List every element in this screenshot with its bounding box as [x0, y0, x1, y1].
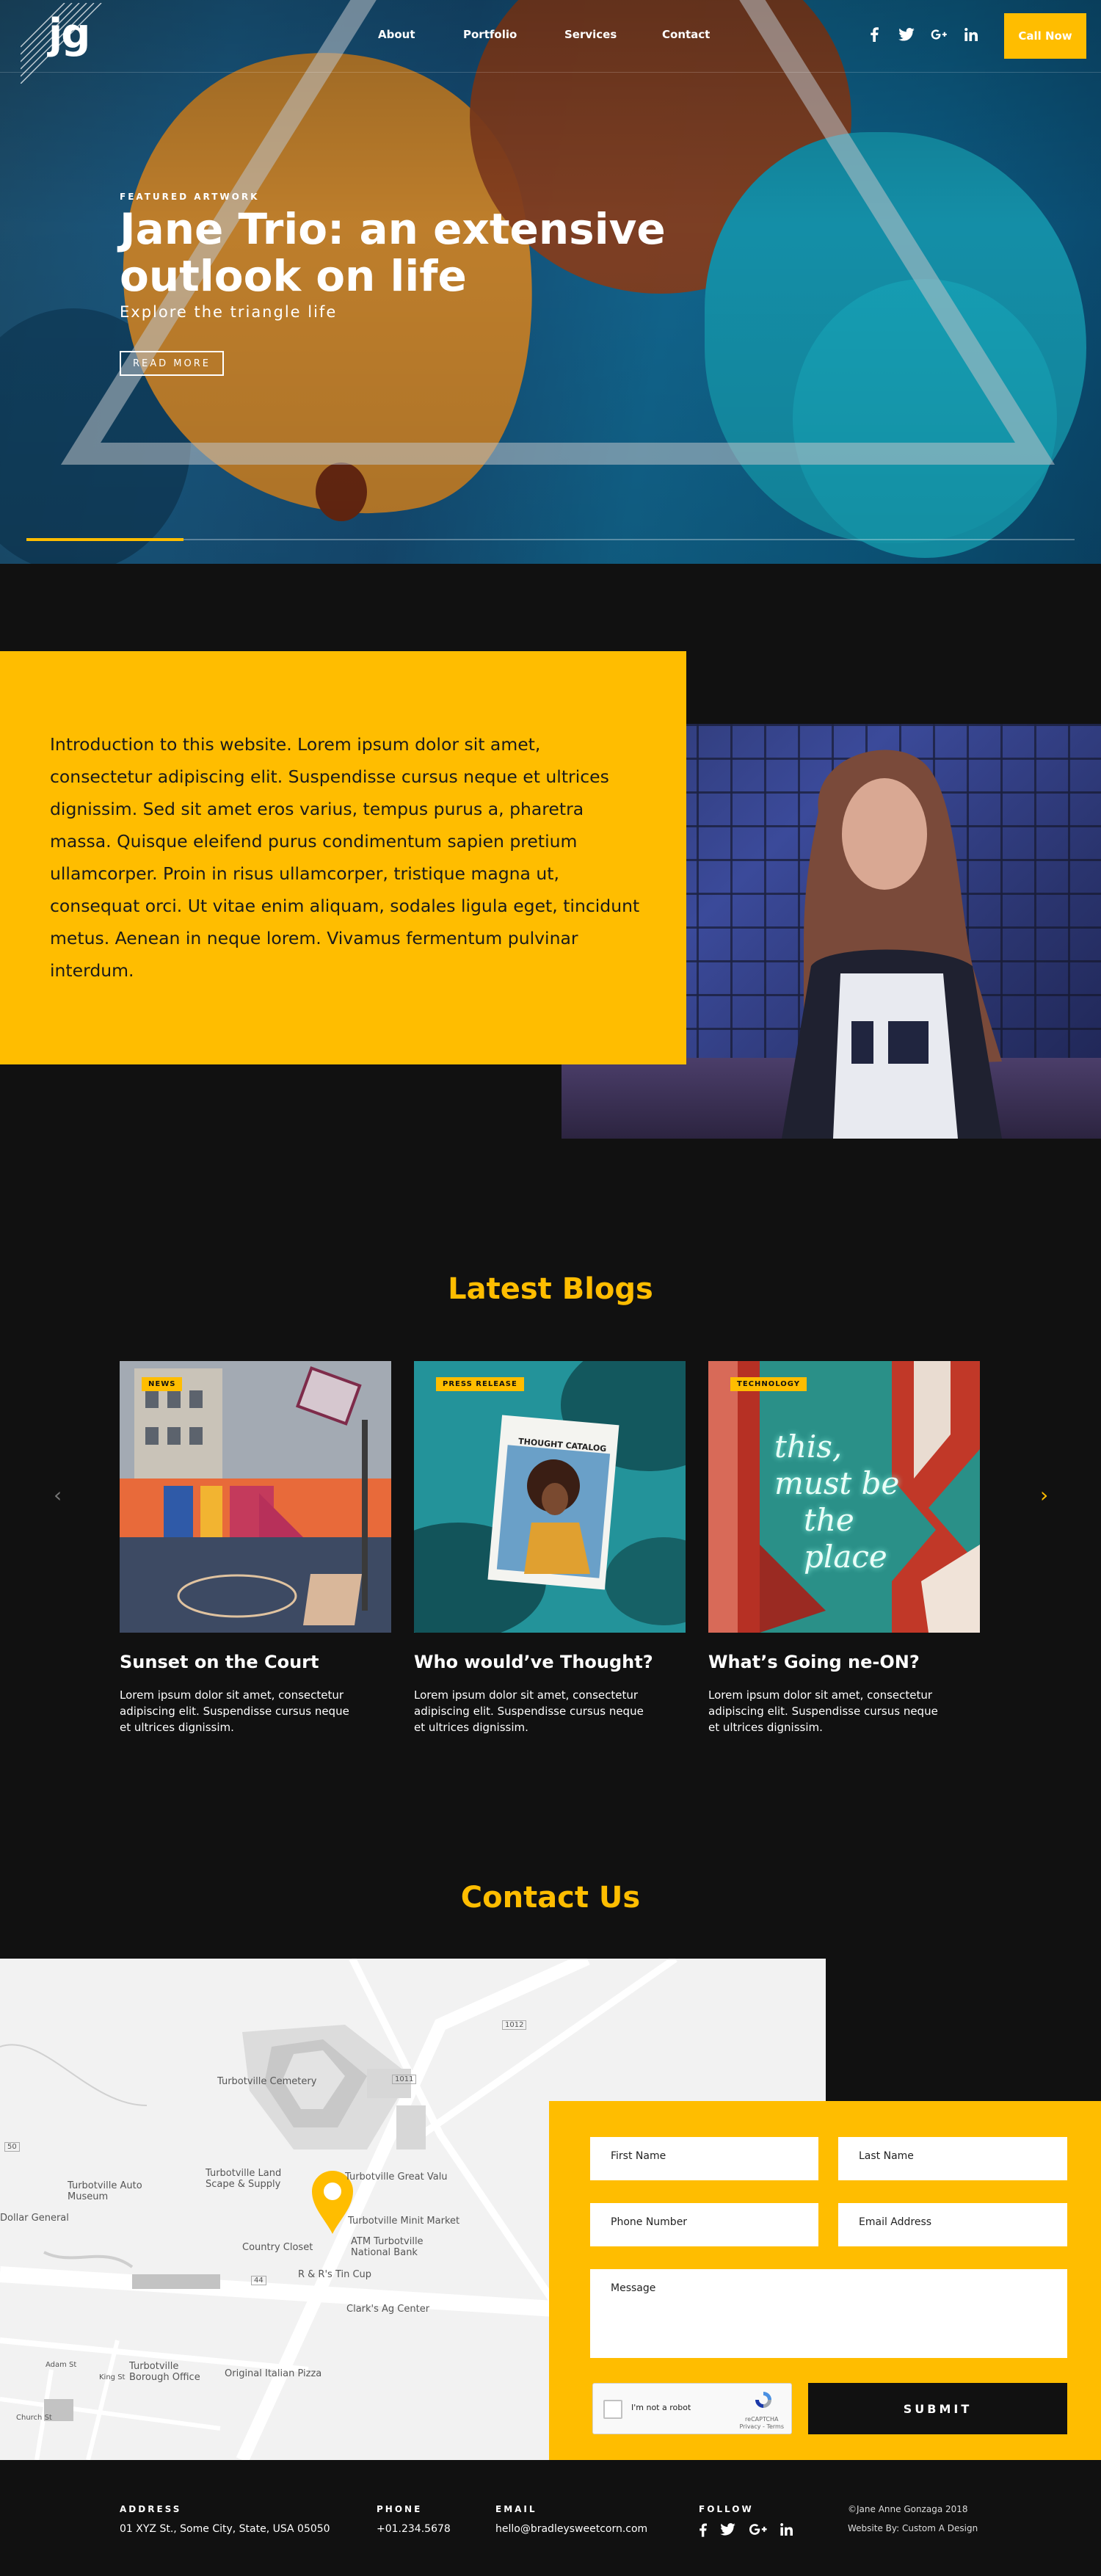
footer-follow-label: FOLLOW [699, 2504, 754, 2514]
blogs-section-title: Latest Blogs [448, 1272, 653, 1306]
blog-category-badge: NEWS [142, 1377, 183, 1391]
facebook-icon[interactable] [866, 26, 882, 43]
footer-credit[interactable]: Website By: Custom A Design [848, 2523, 978, 2533]
blog-card[interactable]: this, must be the place TECHNOLOGY What’… [708, 1361, 980, 1735]
footer-email-label: EMAIL [495, 2504, 537, 2514]
captcha-brand: reCAPTCHA Privacy - Terms [739, 2416, 785, 2430]
footer-address-label: ADDRESS [120, 2504, 182, 2514]
phone-field[interactable]: Phone Number [590, 2203, 818, 2246]
intro-text: Introduction to this website. Lorem ipsu… [50, 734, 640, 981]
captcha-checkbox[interactable] [603, 2400, 622, 2419]
linkedin-icon[interactable] [780, 2523, 793, 2541]
blog-card[interactable]: NEWS Sunset on the Court Lorem ipsum dol… [120, 1361, 391, 1735]
blog-excerpt: Lorem ipsum dolor sit amet, consectetur … [708, 1688, 938, 1734]
nav-services[interactable]: Services [564, 28, 617, 41]
footer-address: 01 XYZ St., Some City, State, USA 05050 [120, 2523, 330, 2535]
basketball-court-illustration [120, 1361, 391, 1633]
blog-title[interactable]: What’s Going ne-ON? [708, 1652, 980, 1672]
blog-category-badge: PRESS RELEASE [436, 1377, 524, 1391]
hero-subtitle: Explore the triangle life [120, 303, 338, 321]
first-name-field[interactable]: First Name [590, 2137, 818, 2180]
contact-section-title: Contact Us [460, 1881, 641, 1915]
slider-progress-track[interactable] [26, 538, 1075, 541]
twitter-icon[interactable] [898, 26, 915, 43]
footer-email[interactable]: hello@bradleysweetcorn.com [495, 2523, 647, 2535]
read-more-button[interactable]: READ MORE [120, 351, 224, 376]
google-plus-icon[interactable] [931, 26, 947, 43]
hero-banner: jg About Portfolio Services Contact Call… [0, 0, 1101, 564]
google-plus-icon[interactable] [749, 2523, 767, 2541]
blog-title[interactable]: Who would’ve Thought? [414, 1652, 686, 1672]
call-now-button[interactable]: Call Now [1004, 13, 1086, 59]
blog-next-arrow[interactable]: › [1040, 1483, 1048, 1507]
recaptcha-widget[interactable]: I'm not a robot reCAPTCHA Privacy - Term… [592, 2383, 792, 2434]
featured-label: FEATURED ARTWORK [120, 192, 260, 202]
footer-copyright: ©Jane Anne Gonzaga 2018 [848, 2504, 968, 2514]
footer-phone[interactable]: +01.234.5678 [377, 2523, 451, 2535]
hero-title: Jane Trio: an extensive outlook on life [120, 204, 666, 301]
blog-image[interactable]: this, must be the place TECHNOLOGY [708, 1361, 980, 1633]
footer-social-links [699, 2523, 793, 2541]
captcha-label: I'm not a robot [631, 2403, 691, 2412]
magazine-photo-illustration [414, 1361, 686, 1633]
blog-title[interactable]: Sunset on the Court [120, 1652, 391, 1672]
blog-image[interactable]: NEWS [120, 1361, 391, 1633]
last-name-field[interactable]: Last Name [838, 2137, 1067, 2180]
blog-image[interactable]: THOUGHT CATALOG PRESS RELEASE [414, 1361, 686, 1633]
blog-excerpt: Lorem ipsum dolor sit amet, consectetur … [120, 1688, 349, 1734]
logo[interactable]: jg [48, 10, 90, 58]
blog-category-badge: TECHNOLOGY [730, 1377, 807, 1391]
blog-prev-arrow[interactable]: ‹ [54, 1483, 62, 1507]
nav-contact[interactable]: Contact [662, 28, 710, 41]
nav-portfolio[interactable]: Portfolio [463, 28, 517, 41]
submit-button[interactable]: SUBMIT [808, 2383, 1067, 2434]
blog-excerpt: Lorem ipsum dolor sit amet, consectetur … [414, 1688, 644, 1734]
facebook-icon[interactable] [699, 2523, 707, 2541]
recaptcha-logo-icon [755, 2392, 771, 2408]
nav-about[interactable]: About [378, 28, 415, 41]
linkedin-icon[interactable] [963, 26, 979, 43]
neon-sign: this, must be the place [774, 1429, 900, 1575]
email-field[interactable]: Email Address [838, 2203, 1067, 2246]
message-field[interactable]: Message [590, 2269, 1067, 2358]
slider-progress-fill [26, 538, 184, 541]
header-social-links [866, 26, 979, 43]
twitter-icon[interactable] [720, 2523, 735, 2541]
footer-phone-label: PHONE [377, 2504, 423, 2514]
blog-card[interactable]: THOUGHT CATALOG PRESS RELEASE Who would’… [414, 1361, 686, 1735]
